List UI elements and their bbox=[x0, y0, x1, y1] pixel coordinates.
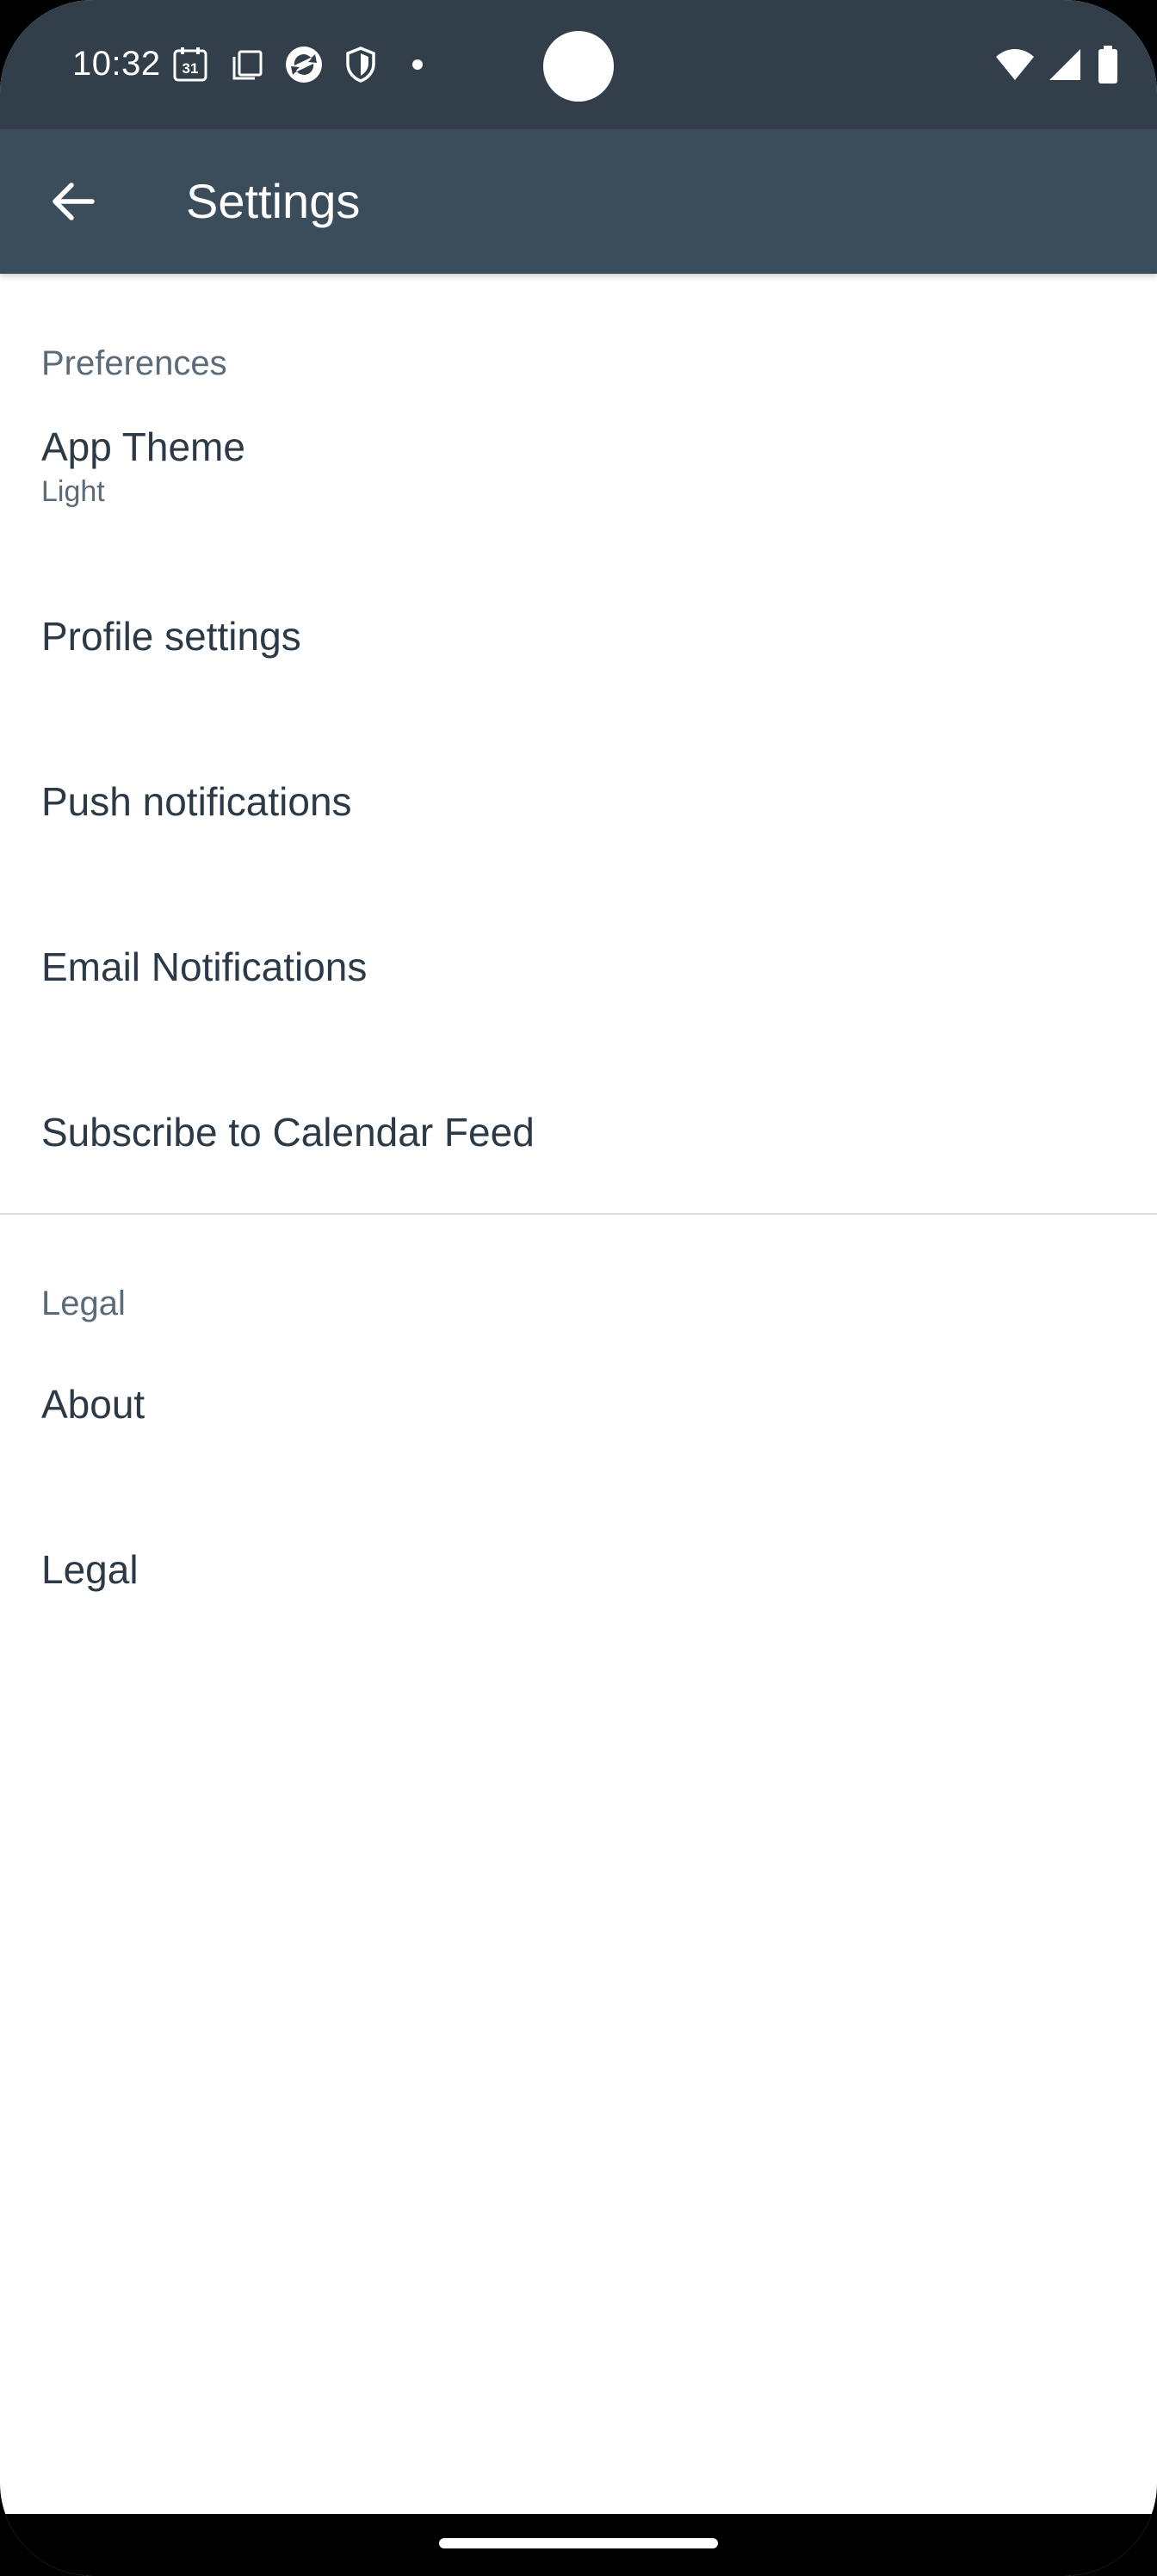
section-divider bbox=[0, 1213, 1157, 1215]
copy-icon bbox=[227, 44, 267, 85]
setting-item-profile-settings[interactable]: Profile settings bbox=[0, 584, 1157, 739]
setting-item-calendar-feed[interactable]: Subscribe to Calendar Feed bbox=[0, 1080, 1157, 1235]
section-header-preferences: Preferences bbox=[41, 344, 227, 382]
home-indicator[interactable] bbox=[439, 2538, 718, 2548]
battery-icon bbox=[1095, 44, 1121, 85]
arrow-back-icon bbox=[53, 183, 95, 220]
sync-app-icon bbox=[284, 44, 324, 85]
shield-icon bbox=[341, 44, 381, 85]
dot-icon bbox=[398, 44, 437, 85]
device-screen: 10:32 31 Settings Preferences App Theme … bbox=[0, 0, 1157, 2576]
back-button[interactable] bbox=[31, 160, 114, 243]
status-time: 10:32 bbox=[72, 45, 161, 83]
setting-item-app-theme[interactable]: App Theme Light bbox=[0, 412, 1157, 567]
calendar-day-text: 31 bbox=[183, 60, 199, 77]
setting-item-push-notifications[interactable]: Push notifications bbox=[0, 749, 1157, 904]
setting-item-legal[interactable]: Legal bbox=[0, 1517, 1157, 1672]
setting-item-email-notifications[interactable]: Email Notifications bbox=[0, 914, 1157, 1069]
setting-item-title: Email Notifications bbox=[41, 944, 368, 989]
setting-item-title: Legal bbox=[41, 1547, 139, 1592]
setting-item-about[interactable]: About bbox=[0, 1352, 1157, 1507]
setting-item-subtitle: Light bbox=[41, 475, 105, 508]
wifi-icon bbox=[995, 44, 1035, 85]
cell-signal-icon bbox=[1045, 44, 1085, 85]
setting-item-title: App Theme bbox=[41, 424, 245, 469]
page-title: Settings bbox=[186, 174, 361, 228]
setting-item-title: Subscribe to Calendar Feed bbox=[41, 1110, 535, 1155]
section-header-legal: Legal bbox=[41, 1285, 126, 1322]
status-icons-left: 31 bbox=[170, 43, 437, 86]
status-icons-right bbox=[995, 43, 1121, 86]
status-bar: 10:32 31 bbox=[0, 0, 1157, 129]
calendar-icon: 31 bbox=[170, 44, 210, 85]
setting-item-title: About bbox=[41, 1382, 145, 1427]
setting-item-title: Push notifications bbox=[41, 779, 352, 824]
setting-item-title: Profile settings bbox=[41, 614, 301, 659]
app-bar: Settings bbox=[0, 129, 1157, 274]
camera-cutout bbox=[543, 31, 614, 102]
